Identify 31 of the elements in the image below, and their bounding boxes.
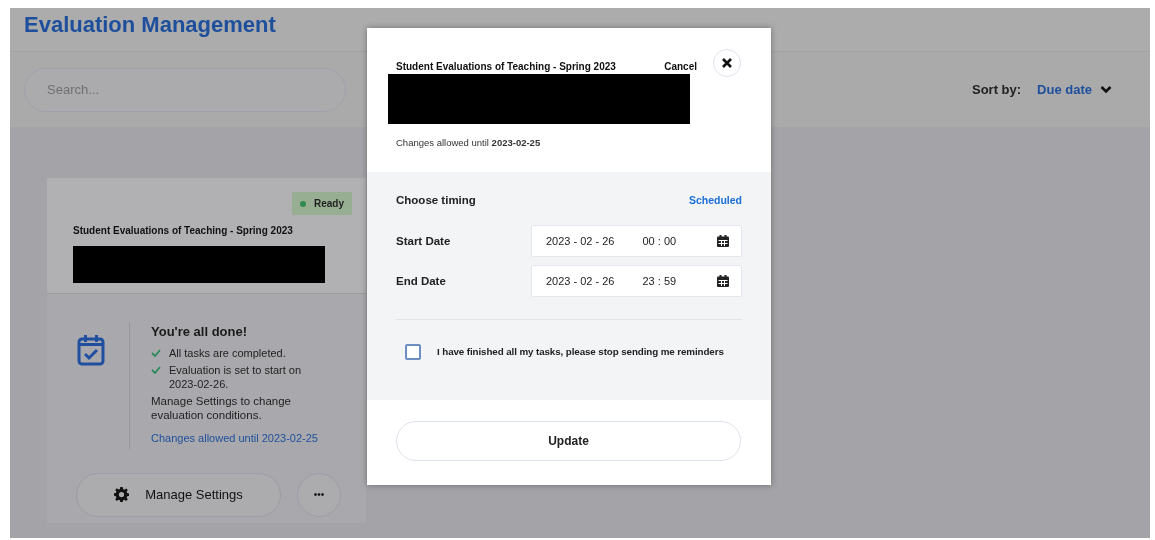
date-time-field[interactable]: 2023 - 02 - 26 00 : 00: [531, 225, 742, 258]
page-title: Evaluation Management: [24, 12, 277, 39]
close-button[interactable]: [713, 49, 741, 77]
more-button[interactable]: •••: [297, 472, 341, 517]
cancel-button[interactable]: Cancel: [664, 59, 697, 74]
chevron-down-icon: [1100, 85, 1112, 94]
dialog-title: Student Evaluations of Teaching - Spring 2023: [396, 60, 616, 74]
check-item: All tasks are completed.: [169, 345, 286, 360]
check-item: Evaluation is set to start on 2023-02-26.: [169, 362, 303, 391]
date-label: End Date: [396, 273, 446, 289]
update-button[interactable]: Update: [396, 421, 741, 461]
changes-link[interactable]: Changes allowed until 2023-02-25: [151, 429, 318, 446]
date-label: Start Date: [396, 233, 451, 249]
timing-label: Choose timing: [396, 193, 476, 208]
card-title: Student Evaluations of Teaching - Spring 2023: [73, 224, 294, 238]
changes-note: Changes allowed until 2023-02-25: [396, 136, 542, 150]
done-heading: You're all done!: [151, 323, 249, 341]
gear-icon: [114, 487, 130, 502]
settings-note: Manage Settings to change evaluation conditions.: [151, 393, 293, 422]
status-badge: Ready: [292, 192, 352, 215]
manage-settings-button[interactable]: Manage Settings: [76, 472, 281, 517]
close-icon: [722, 58, 732, 68]
search-field[interactable]: Search...: [24, 67, 346, 112]
reminder-checkbox[interactable]: [405, 344, 421, 361]
calendar-icon: [717, 275, 729, 288]
calendar-check-icon: [77, 334, 105, 366]
sort-label: Sort by:: [971, 80, 1022, 99]
date-time-field[interactable]: 2023 - 02 - 26 23 : 59: [531, 265, 742, 298]
calendar-icon: [717, 235, 729, 248]
timing-link[interactable]: Scheduled: [688, 192, 742, 209]
reminder-label: I have finished all my tasks, please stop sending me reminders: [437, 344, 724, 359]
